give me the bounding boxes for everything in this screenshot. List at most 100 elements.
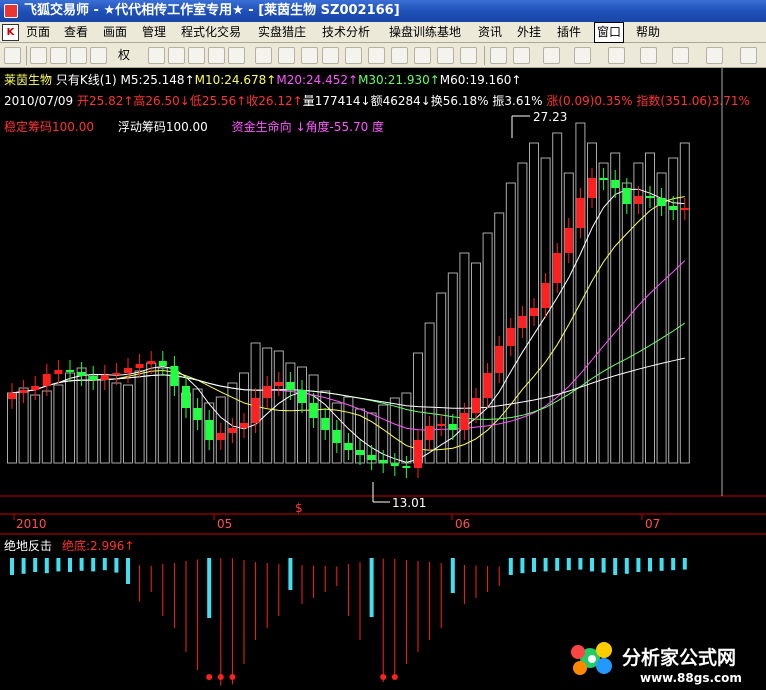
volume-bar [679,142,690,464]
candle-body [506,328,515,346]
rsi-icon[interactable] [30,47,47,64]
candle-body [634,196,643,204]
split-icon[interactable] [391,47,408,64]
menu-technical-analysis[interactable]: 技术分析 [320,22,372,43]
candle-body [472,398,480,413]
ray-icon[interactable] [543,47,560,64]
candle-body [356,450,364,455]
chart-icon[interactable] [188,47,205,64]
indicator-bar [114,558,119,573]
candle-body [228,428,237,433]
indicator-dot [391,674,398,680]
candle-body [8,393,16,399]
menu-plugins[interactable]: 插件 [555,22,583,43]
menu-page[interactable]: 页面 [24,22,52,43]
volume-bar [41,390,52,464]
menu-view[interactable]: 查看 [62,22,90,43]
ma-line [11,260,686,431]
candle-body [669,206,678,210]
indicator-bar [288,558,293,590]
indicator-bar [566,558,571,571]
lock-icon[interactable] [278,47,295,64]
menu-bar: K 页面 查看 画面 管理 程式化交易 实盘猎庄 技术分析 操盘训练基地 资讯 … [0,22,766,43]
open-icon[interactable] [4,47,21,64]
picture-icon[interactable] [460,47,477,64]
candle-body [274,382,283,386]
candle-body [251,398,260,423]
axis-label-05: 05 [217,517,232,531]
table-icon[interactable] [228,47,245,64]
move-icon[interactable] [70,47,87,64]
watermark-text: 分析家公式网 [622,646,736,669]
menu-plugins-ext[interactable]: 外挂 [515,22,543,43]
bars-icon[interactable] [574,47,591,64]
indicator-bar [682,558,687,570]
chart-area[interactable]: 莱茵生物 只有K线(1) M5:25.148↑M10:24.678↑M20:24… [0,68,766,690]
menu-screen[interactable]: 画面 [101,22,129,43]
volume-bar [111,382,122,464]
menu-live-trading[interactable]: 实盘猎庄 [256,22,308,43]
arrow-icon[interactable] [672,47,689,64]
volume-bar [134,370,145,464]
document-icon[interactable]: K [2,24,19,41]
indicator-bar [207,558,212,618]
candle-body [216,433,225,440]
watermark-logo [571,642,612,675]
menu-news[interactable]: 资讯 [476,22,504,43]
candle-body [518,316,527,328]
indicator-bar [33,558,38,572]
layout-icon[interactable] [414,47,431,64]
candle-body [170,366,179,386]
quan-selector[interactable]: 权 [118,47,130,64]
candle-body [425,426,434,440]
volume-bar [146,362,157,464]
ellipse-icon[interactable] [740,47,757,64]
indicator-bar [369,558,374,617]
candle-body [530,308,538,316]
candle-body [611,180,620,188]
window-icon[interactable] [437,47,454,64]
indicator-bar [671,558,676,571]
rect-icon[interactable] [706,47,723,64]
paint-icon[interactable] [322,47,339,64]
zoom-out-icon[interactable] [168,47,185,64]
candle-body [448,424,457,430]
indicator-bar [624,558,629,574]
candle-body [182,386,190,408]
indicator-dot [217,674,224,680]
candle-body [286,382,295,390]
alarm-icon[interactable] [255,47,272,64]
menu-manage[interactable]: 管理 [140,22,168,43]
candle-body [89,376,98,380]
bar-icon[interactable] [208,47,225,64]
kline-chart[interactable]: 27.23 13.01 $ 2010 05 06 07 绝地反击 绝底:2.99… [0,68,766,690]
line-icon[interactable] [513,47,530,64]
cursor-icon[interactable] [490,47,507,64]
high-price-label: 27.23 [533,110,567,124]
dividend-marker: $ [295,501,303,515]
candle-body [680,208,689,210]
menu-help[interactable]: 帮助 [634,22,662,43]
indicator-dot [229,674,236,680]
candle-body [298,390,306,403]
indicator-bar [102,558,107,571]
candle-body [622,188,631,204]
crosshair-icon[interactable] [50,47,67,64]
candle-body [344,443,353,450]
gann-icon[interactable] [640,47,657,64]
volume-bar [99,378,110,464]
candle-body [390,463,399,466]
volume-bar [482,232,493,464]
fan-icon[interactable] [608,47,625,64]
grid-icon[interactable] [368,47,385,64]
menu-training[interactable]: 操盘训练基地 [387,22,463,43]
volume-bar [656,172,667,464]
menu-program-trading[interactable]: 程式化交易 [179,22,243,43]
zoom-in-icon[interactable] [148,47,165,64]
indicator-bar [578,558,583,570]
weight-icon[interactable] [90,47,107,64]
candlesticks [8,168,689,478]
alert-icon[interactable] [301,47,318,64]
box-icon[interactable] [345,47,362,64]
menu-window[interactable]: 窗口 [594,22,625,43]
